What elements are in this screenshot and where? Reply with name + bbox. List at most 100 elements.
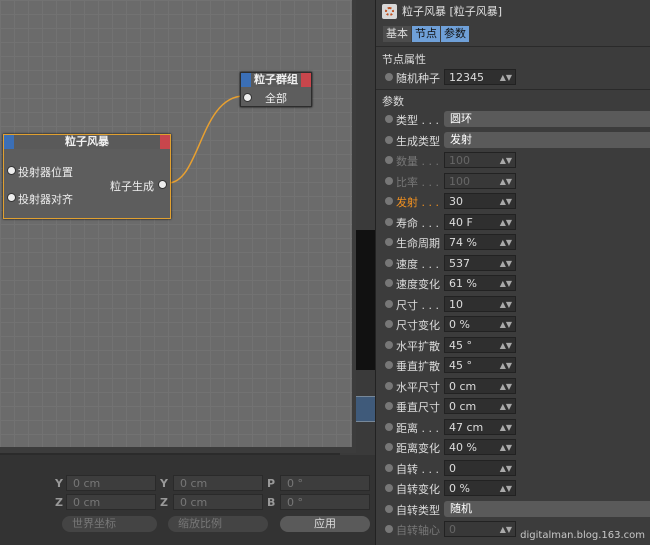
spinner-icon[interactable]: ▲▼ (500, 440, 512, 456)
coord-field[interactable]: 0 ° (280, 475, 370, 491)
param-dropdown[interactable]: 发射 (444, 131, 650, 148)
param-row: 距离 . . . 47 cm ▲▼ (376, 418, 650, 436)
apply-button[interactable]: 应用 (280, 516, 370, 532)
keyframe-radio[interactable] (385, 422, 393, 431)
param-label: 垂直扩散 (396, 360, 440, 373)
keyframe-radio[interactable] (385, 115, 393, 123)
param-input[interactable]: 0 cm ▲▼ (444, 398, 516, 414)
node-particle-storm[interactable]: 粒子风暴 投射器位置 投射器对齐 粒子生成 (3, 134, 171, 219)
coord-field[interactable]: 0 ° (280, 494, 370, 510)
spinner-icon[interactable]: ▲▼ (500, 358, 512, 374)
keyframe-radio[interactable] (385, 156, 393, 164)
param-value: 0 (449, 523, 456, 536)
param-row: 类型 . . . 圆环 (376, 110, 650, 128)
port-dot[interactable] (7, 166, 16, 175)
param-input[interactable]: 537 ▲▼ (444, 254, 516, 272)
param-input[interactable]: 0 % ▲▼ (444, 316, 516, 332)
param-input[interactable]: 0 ▲▼ (444, 521, 516, 537)
keyframe-radio[interactable] (385, 443, 393, 451)
spinner-icon[interactable]: ▲▼ (500, 379, 512, 395)
keyframe-radio[interactable] (385, 463, 393, 472)
output-port-tab[interactable] (301, 73, 311, 87)
param-input[interactable]: 74 % ▲▼ (444, 234, 516, 250)
spinner-icon[interactable]: ▲▼ (500, 461, 512, 477)
param-dropdown[interactable]: 随机 (444, 500, 650, 517)
keyframe-radio[interactable] (385, 279, 393, 287)
param-input[interactable]: 0 % ▲▼ (444, 480, 516, 496)
world-coords-dropdown[interactable]: 世界坐标 (62, 516, 157, 532)
param-label: 速度变化 (396, 278, 440, 291)
port-dot[interactable] (7, 193, 16, 202)
keyframe-radio[interactable] (385, 217, 393, 226)
input-port-tab[interactable] (4, 135, 14, 149)
spinner-icon[interactable]: ▲▼ (500, 297, 512, 313)
spinner-icon[interactable]: ▲▼ (500, 317, 512, 333)
keyframe-radio[interactable] (385, 258, 393, 267)
coord-field[interactable]: 0 cm (66, 475, 156, 491)
tab-node[interactable]: 节点 (412, 26, 440, 42)
output-port-tab[interactable] (160, 135, 170, 149)
keyframe-radio[interactable] (385, 238, 393, 246)
coord-label: Z (55, 496, 63, 509)
keyframe-radio[interactable] (385, 299, 393, 308)
keyframe-radio[interactable] (385, 402, 393, 410)
param-input[interactable]: 0 ▲▼ (444, 459, 516, 477)
spinner-icon[interactable]: ▲▼ (500, 481, 512, 497)
keyframe-radio[interactable] (385, 504, 393, 513)
keyframe-radio[interactable] (385, 525, 393, 533)
spinner-icon[interactable]: ▲▼ (500, 420, 512, 436)
param-value: 100 (449, 154, 470, 167)
keyframe-radio[interactable] (385, 176, 393, 185)
param-input[interactable]: 100 ▲▼ (444, 152, 516, 168)
keyframe-radio[interactable] (385, 197, 393, 205)
section-node-props: 节点属性 (382, 53, 426, 66)
coord-field[interactable]: 0 cm (173, 475, 263, 491)
divider (376, 46, 650, 47)
spinner-icon[interactable]: ▲▼ (500, 153, 512, 169)
port-dot[interactable] (243, 93, 252, 102)
param-input[interactable]: 47 cm ▲▼ (444, 418, 516, 436)
input-port-tab[interactable] (241, 73, 251, 87)
node-header[interactable]: 粒子群组 (241, 73, 311, 87)
spinner-icon[interactable]: ▲▼ (500, 70, 512, 86)
coord-field[interactable]: 0 cm (66, 494, 156, 510)
film-icon[interactable] (354, 396, 376, 422)
spinner-icon[interactable]: ▲▼ (500, 215, 512, 231)
tab-params[interactable]: 参数 (441, 26, 469, 42)
port-dot[interactable] (158, 180, 167, 189)
keyframe-radio[interactable] (385, 484, 393, 492)
param-input[interactable]: 45 ° ▲▼ (444, 357, 516, 373)
keyframe-radio[interactable] (385, 361, 393, 369)
scale-dropdown[interactable]: 缩放比例 (168, 516, 268, 532)
param-input[interactable]: 45 ° ▲▼ (444, 336, 516, 354)
param-input[interactable]: 40 % ▲▼ (444, 439, 516, 455)
spinner-icon[interactable]: ▲▼ (500, 338, 512, 354)
param-input[interactable]: 12345 ▲▼ (444, 69, 516, 85)
spinner-icon[interactable]: ▲▼ (500, 256, 512, 272)
keyframe-radio[interactable] (385, 381, 393, 390)
keyframe-radio[interactable] (385, 340, 393, 349)
tab-basic[interactable]: 基本 (383, 26, 411, 42)
node-particle-group[interactable]: 粒子群组 全部 (240, 72, 312, 107)
node-header[interactable]: 粒子风暴 (4, 135, 170, 149)
param-label: 距离 . . . (396, 421, 439, 435)
spinner-icon[interactable]: ▲▼ (500, 174, 512, 190)
param-input[interactable]: 30 ▲▼ (444, 193, 516, 209)
coord-field[interactable]: 0 cm (173, 494, 263, 510)
node-editor[interactable]: 粒子风暴 投射器位置 投射器对齐 粒子生成 粒子群组 全部 (0, 0, 356, 453)
param-input[interactable]: 61 % ▲▼ (444, 275, 516, 291)
param-input[interactable]: 40 F ▲▼ (444, 213, 516, 231)
keyframe-radio[interactable] (385, 135, 393, 144)
param-input[interactable]: 10 ▲▼ (444, 295, 516, 313)
spinner-icon[interactable]: ▲▼ (500, 399, 512, 415)
spinner-icon[interactable]: ▲▼ (500, 522, 512, 538)
keyframe-radio[interactable] (385, 320, 393, 328)
keyframe-radio[interactable] (385, 73, 393, 81)
param-input[interactable]: 0 cm ▲▼ (444, 377, 516, 395)
param-dropdown[interactable]: 圆环 (444, 111, 650, 127)
spinner-icon[interactable]: ▲▼ (500, 194, 512, 210)
spinner-icon[interactable]: ▲▼ (500, 235, 512, 251)
spinner-icon[interactable]: ▲▼ (500, 276, 512, 292)
param-input[interactable]: 100 ▲▼ (444, 172, 516, 190)
param-row: 生成类型 发射 (376, 131, 650, 149)
